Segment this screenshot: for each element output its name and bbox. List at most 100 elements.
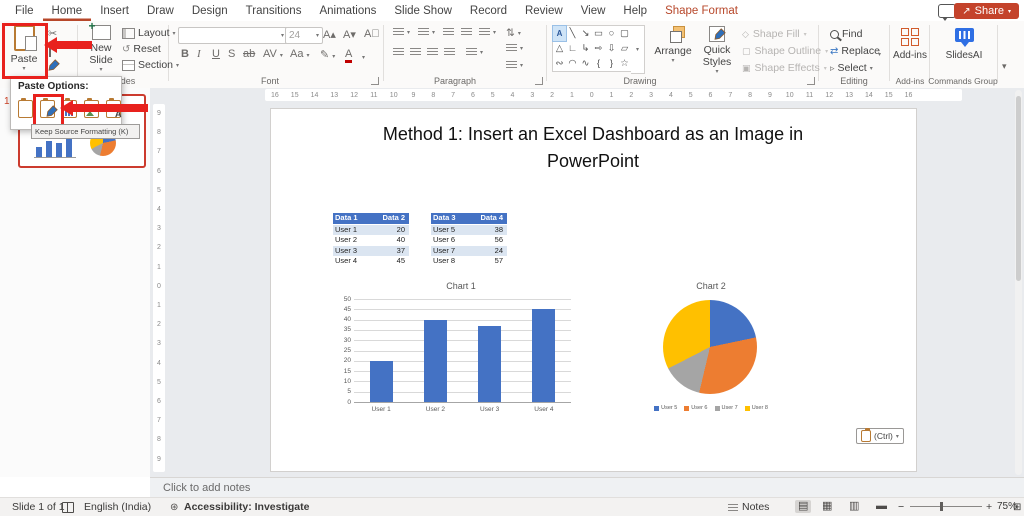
slide-title[interactable]: Method 1: Insert an Excel Dashboard as a… [358, 121, 828, 175]
shape-text-box[interactable]: A [552, 25, 567, 42]
shape-elbow-arrow[interactable]: ↳ [579, 41, 592, 56]
font-name-combobox[interactable]: ▾ [178, 27, 288, 44]
find-button[interactable]: Find [830, 28, 862, 40]
normal-view-button[interactable]: ▤ [795, 500, 812, 513]
menu-tab-animations[interactable]: Animations [310, 0, 385, 21]
quick-styles-button[interactable]: Quick Styles ▾ [697, 26, 737, 75]
bold-button[interactable]: B [181, 48, 189, 60]
scrollbar-thumb[interactable] [1016, 96, 1021, 281]
fit-slide-to-window-icon[interactable]: ⊞ [1013, 502, 1021, 513]
bar-chart[interactable]: Chart 1 50 45 40 35 30 25 20 15 10 5 0 User 1 User 2… [339, 279, 583, 419]
reading-view-button[interactable]: ▥ [849, 500, 859, 513]
zoom-slider[interactable] [910, 502, 982, 511]
zoom-slider-thumb[interactable] [940, 502, 943, 511]
notes-toggle-button[interactable]: Notes [728, 501, 769, 513]
increase-indent-button[interactable] [461, 28, 472, 37]
strikethrough-button[interactable]: ab [243, 48, 255, 60]
shape-scribble[interactable]: ∾ [553, 56, 566, 71]
font-dialog-launcher-icon[interactable] [371, 77, 379, 85]
text-highlight-button[interactable]: ✎ ▾ [320, 48, 335, 61]
italic-button[interactable]: I [197, 48, 201, 60]
numbering-button[interactable]: ▾ [418, 28, 435, 37]
slide-canvas[interactable]: Method 1: Insert an Excel Dashboard as a… [270, 108, 917, 472]
shape-curve[interactable]: ∿ [579, 56, 592, 71]
justify-button[interactable] [444, 48, 455, 57]
font-color-button[interactable]: A [345, 48, 353, 63]
text-direction-button[interactable]: ⇅ ▾ [506, 27, 521, 39]
slideshow-view-button[interactable]: ▬ [876, 500, 887, 513]
pie-chart[interactable]: Chart 2 User 5 User 6 User 7 User 8 [646, 279, 776, 419]
align-center-button[interactable] [410, 48, 421, 57]
shape-snip-rectangle[interactable]: ▱ [618, 41, 631, 56]
shape-triangle[interactable]: △ [553, 41, 566, 56]
shape-down-arrow[interactable]: ⇩ [605, 41, 618, 56]
excel-table-1[interactable]: Data 1 Data 2 User 1 20 User 2 40 User 3 37 User… [333, 213, 409, 267]
select-button[interactable]: ▹ Select ▾ [830, 62, 873, 74]
font-size-combobox[interactable]: 24 ▾ [285, 27, 323, 44]
shape-fill-button[interactable]: ◇ Shape Fill ▾ [742, 28, 807, 40]
paragraph-dialog-launcher-icon[interactable] [535, 77, 543, 85]
slidesai-button[interactable]: SlidesAI [942, 28, 986, 61]
shape-left-brace[interactable]: { [592, 56, 605, 71]
menu-tab-file[interactable]: File [6, 0, 43, 21]
zoom-in-button[interactable]: + [986, 501, 992, 513]
shape-arrow[interactable]: ↘ [579, 26, 592, 41]
notes-placeholder[interactable]: Click to add notes [163, 482, 250, 494]
menu-tab-transitions[interactable]: Transitions [237, 0, 311, 21]
shape-right-arrow[interactable]: ⇨ [592, 41, 605, 56]
font-color-chevron[interactable]: ▾ [362, 50, 365, 62]
columns-button[interactable]: ▾ [466, 48, 483, 57]
arrange-button[interactable]: Arrange ▾ [652, 26, 694, 64]
shape-outline-button[interactable]: ▢ Shape Outline ▾ [742, 45, 828, 57]
clear-formatting-button[interactable]: A⃠ [364, 28, 380, 40]
shape-oval[interactable]: ○ [605, 26, 618, 41]
share-button[interactable]: ↗ Share ▾ [954, 3, 1019, 19]
language-status[interactable]: English (India) [84, 501, 151, 513]
menu-tab-slide-show[interactable]: Slide Show [385, 0, 461, 21]
notes-pane[interactable]: Click to add notes [150, 477, 1024, 498]
change-case-button[interactable]: Aa ▾ [290, 48, 310, 60]
paste-options-smart-tag[interactable]: (Ctrl) ▾ [856, 428, 904, 444]
menu-tab-shape-format[interactable]: Shape Format [656, 0, 747, 21]
drawing-dialog-launcher-icon[interactable] [807, 77, 815, 85]
shape-gallery-more-button[interactable]: ▾ [631, 25, 645, 74]
vertical-scrollbar[interactable] [1015, 90, 1022, 475]
shape-effects-button[interactable]: ▣ Shape Effects ▾ [742, 62, 827, 74]
shape-rounded-rectangle[interactable]: ▢ [618, 26, 631, 41]
collapse-ribbon-chevron[interactable]: ▾ [1002, 61, 1007, 72]
shape-right-brace[interactable]: } [605, 56, 618, 71]
shape-rectangle[interactable]: ▭ [592, 26, 605, 41]
bullets-button[interactable]: ▾ [393, 28, 410, 37]
add-ins-button[interactable]: Add-ins [893, 28, 927, 61]
menu-tab-record[interactable]: Record [461, 0, 516, 21]
decrease-indent-button[interactable] [443, 28, 454, 37]
shape-star[interactable]: ☆ [618, 56, 631, 71]
section-button[interactable]: Section ▾ [122, 59, 179, 71]
decrease-font-size-button[interactable]: A▾ [343, 28, 356, 41]
character-spacing-button[interactable]: AV ▾ [263, 48, 283, 60]
zoom-out-button[interactable]: − [898, 501, 904, 513]
reset-button[interactable]: ↺ Reset [122, 43, 161, 55]
menu-tab-help[interactable]: Help [614, 0, 656, 21]
display-settings-icon[interactable] [62, 502, 74, 516]
accessibility-status[interactable]: Accessibility: Investigate [184, 501, 309, 513]
align-text-button[interactable]: ▾ [506, 44, 523, 53]
menu-tab-review[interactable]: Review [516, 0, 572, 21]
align-left-button[interactable] [393, 48, 404, 57]
replace-chevron[interactable]: ▾ [878, 47, 881, 59]
text-shadow-button[interactable]: S [228, 48, 235, 60]
line-spacing-button[interactable]: ▾ [479, 28, 496, 37]
align-right-button[interactable] [427, 48, 438, 57]
convert-smartart-button[interactable]: ▾ [506, 61, 523, 70]
underline-button[interactable]: U [212, 48, 220, 60]
slide-sorter-view-button[interactable]: ▦ [822, 500, 832, 513]
menu-tab-insert[interactable]: Insert [91, 0, 138, 21]
increase-font-size-button[interactable]: A▴ [323, 28, 336, 41]
new-slide-button[interactable]: New Slide ▾ [82, 19, 120, 73]
replace-button[interactable]: ⇄ Replace [830, 45, 880, 57]
layout-button[interactable]: Layout ▾ [122, 27, 176, 39]
excel-table-2[interactable]: Data 3 Data 4 User 5 38 User 6 56 User 7 24 User… [431, 213, 507, 267]
shape-line[interactable]: ╲ [566, 26, 579, 41]
menu-tab-home[interactable]: Home [43, 0, 92, 21]
format-painter-button[interactable] [48, 59, 60, 74]
